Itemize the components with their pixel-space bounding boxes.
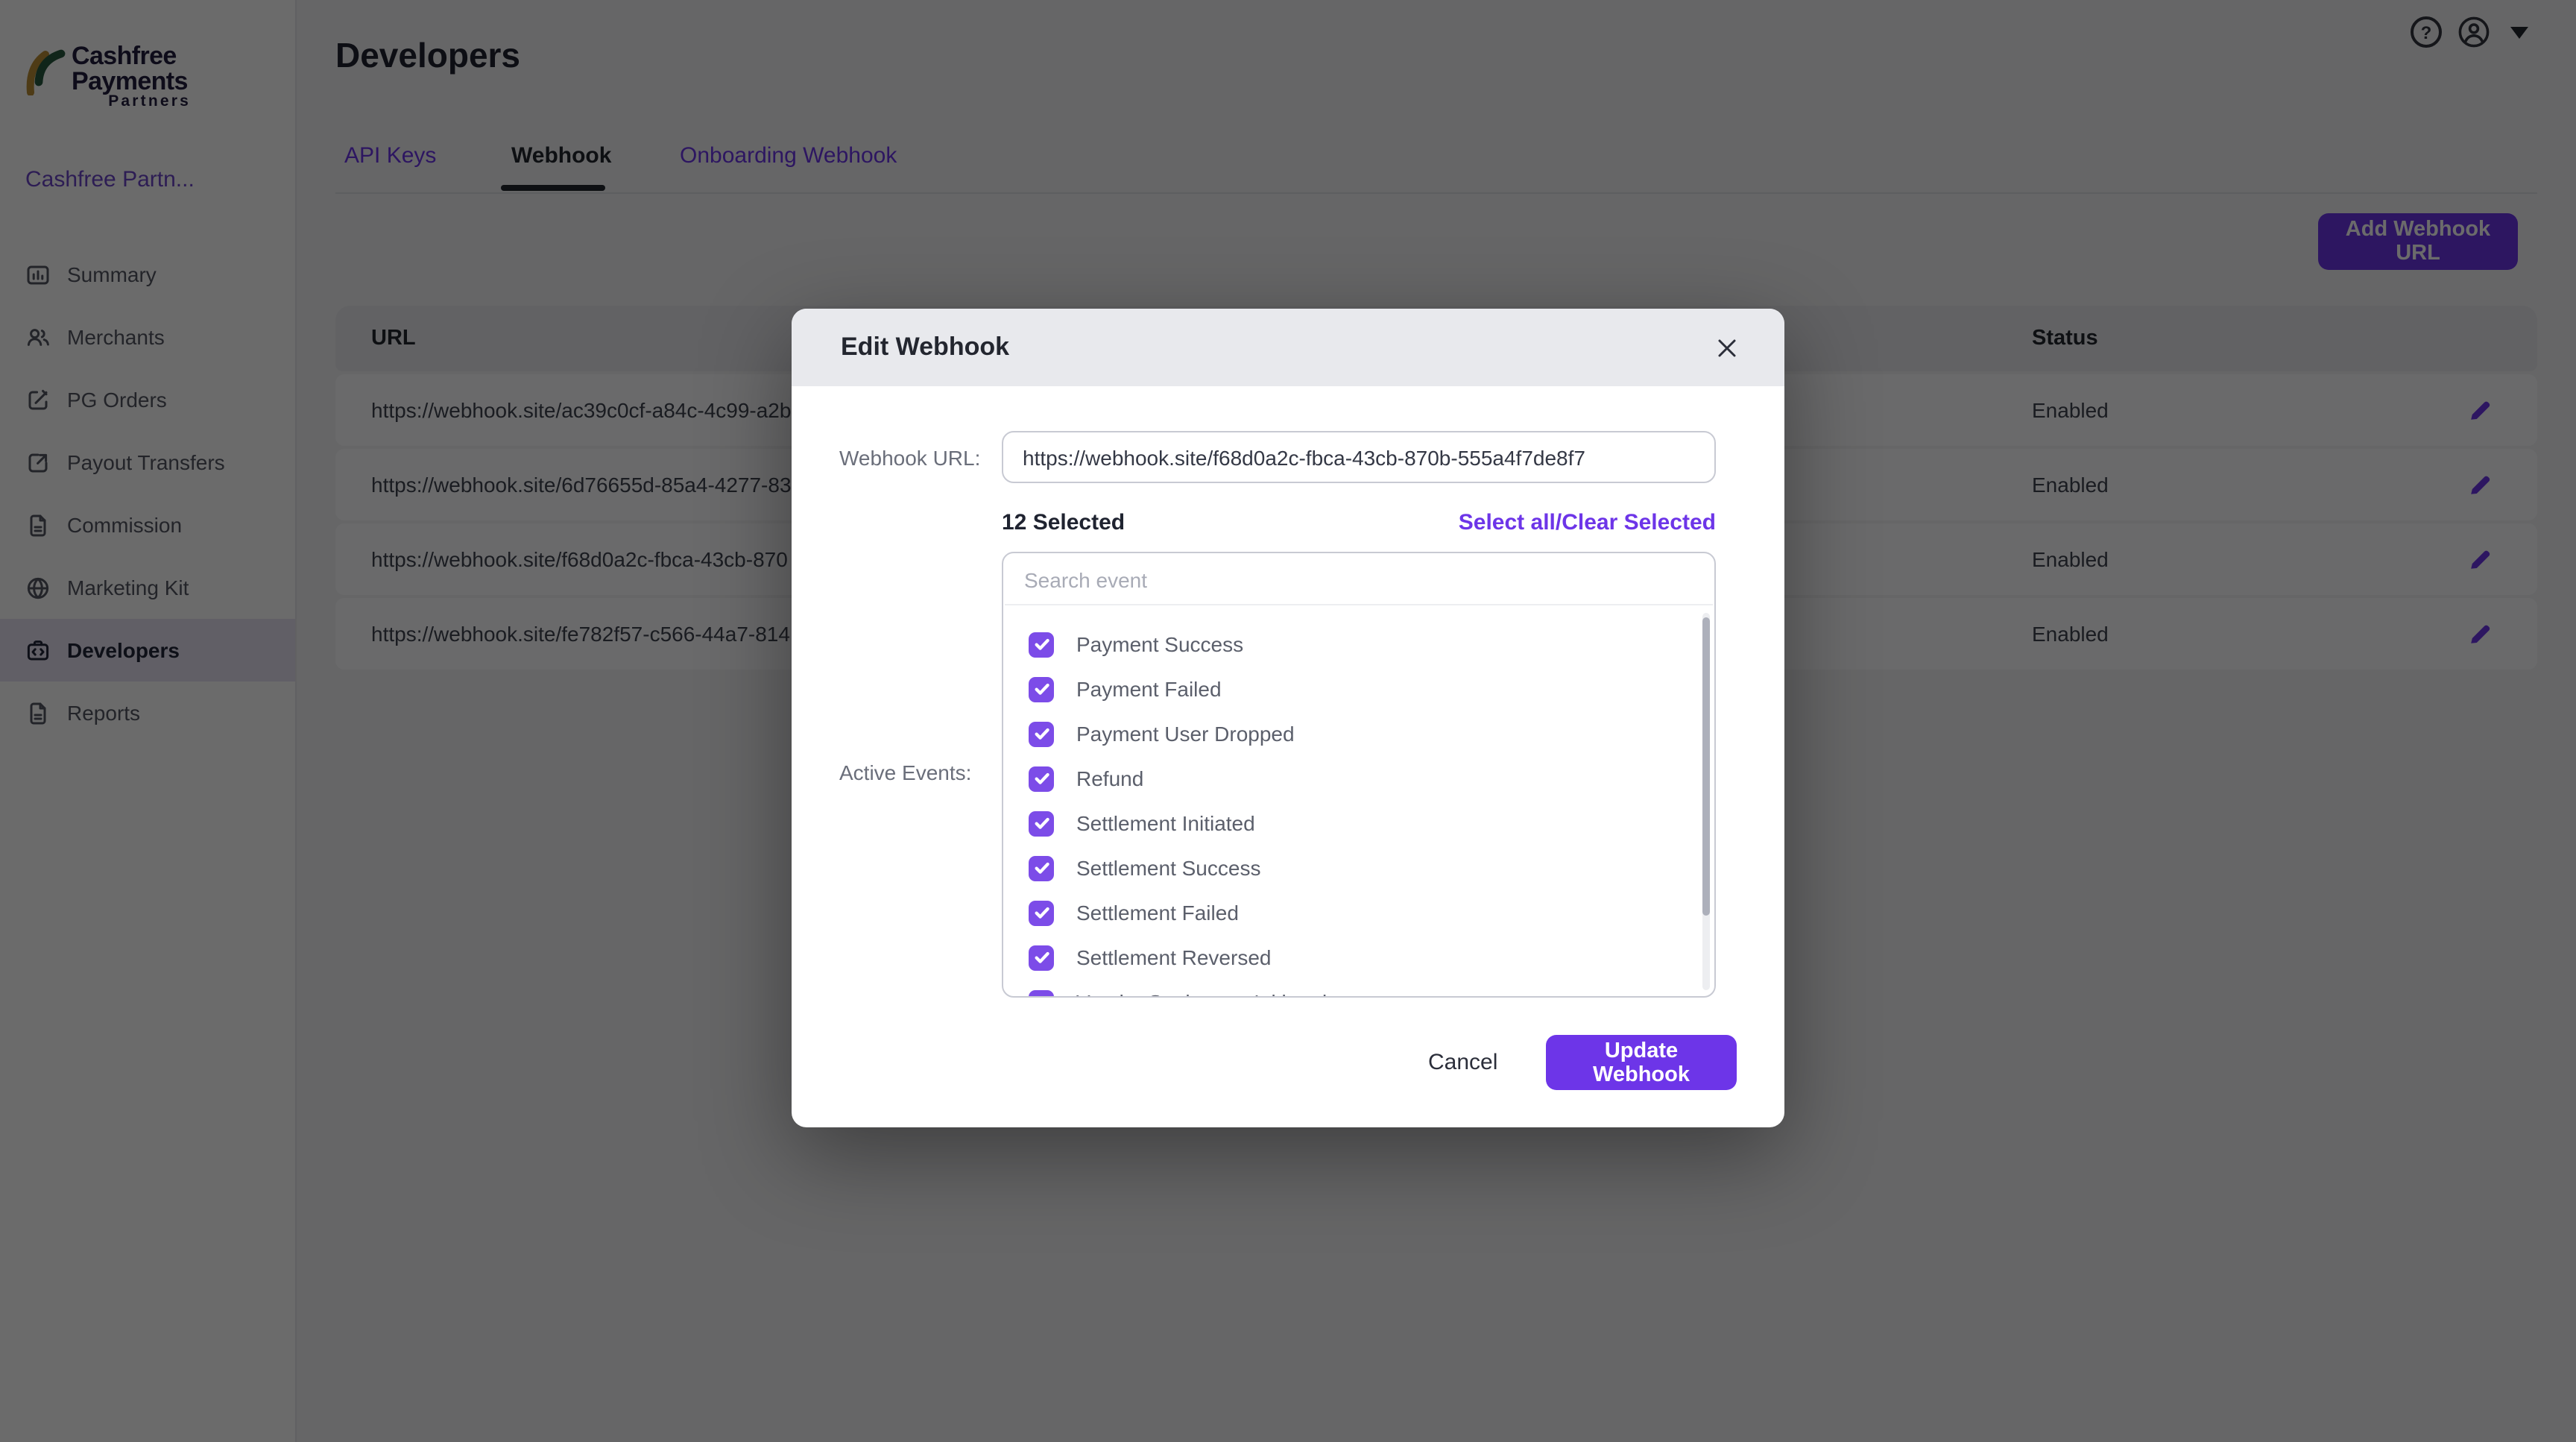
event-label: Payment Success — [1076, 632, 1243, 656]
event-row-settlement-success[interactable]: Settlement Success — [1003, 846, 1714, 890]
checkbox-checked-icon[interactable] — [1029, 676, 1054, 702]
event-label: Settlement Initiated — [1076, 811, 1255, 835]
event-row-settlement-initiated[interactable]: Settlement Initiated — [1003, 801, 1714, 846]
close-icon[interactable] — [1713, 334, 1740, 361]
event-row-vendor-settlement-initiated[interactable]: Vendor Settlement Initiated — [1003, 980, 1714, 996]
checkbox-checked-icon[interactable] — [1029, 945, 1054, 970]
event-label: Vendor Settlement Initiated — [1076, 990, 1327, 996]
edit-webhook-modal: Edit Webhook Webhook URL: 12 Selected Se… — [792, 309, 1784, 1127]
checkbox-checked-icon[interactable] — [1029, 989, 1054, 996]
app-window: Cashfree Payments Partners Cashfree Part… — [0, 0, 2576, 1442]
webhook-url-input[interactable] — [1002, 431, 1716, 483]
modal-title: Edit Webhook — [841, 333, 1009, 362]
event-label: Payment User Dropped — [1076, 722, 1295, 746]
event-label: Settlement Success — [1076, 856, 1260, 880]
select-all-clear-link[interactable]: Select all/Clear Selected — [1459, 510, 1716, 535]
event-row-payment-success[interactable]: Payment Success — [1003, 622, 1714, 667]
search-event-input[interactable] — [1005, 555, 1713, 605]
event-row-payment-failed[interactable]: Payment Failed — [1003, 667, 1714, 711]
events-list: Payment Success Payment Failed Payment U… — [1003, 605, 1714, 996]
event-label: Settlement Failed — [1076, 901, 1239, 925]
checkbox-checked-icon[interactable] — [1029, 632, 1054, 657]
event-row-payment-user-dropped[interactable]: Payment User Dropped — [1003, 711, 1714, 756]
event-label: Settlement Reversed — [1076, 945, 1271, 969]
webhook-url-label: Webhook URL: — [839, 446, 980, 470]
events-box: Payment Success Payment Failed Payment U… — [1002, 552, 1716, 998]
modal-header: Edit Webhook — [792, 309, 1784, 386]
checkbox-checked-icon[interactable] — [1029, 900, 1054, 925]
active-events-label: Active Events: — [839, 761, 971, 784]
event-row-refund[interactable]: Refund — [1003, 756, 1714, 801]
checkbox-checked-icon[interactable] — [1029, 766, 1054, 791]
update-webhook-button[interactable]: Update Webhook — [1546, 1035, 1737, 1090]
checkbox-checked-icon[interactable] — [1029, 810, 1054, 836]
cancel-button[interactable]: Cancel — [1428, 1050, 1497, 1075]
checkbox-checked-icon[interactable] — [1029, 721, 1054, 746]
event-row-settlement-failed[interactable]: Settlement Failed — [1003, 890, 1714, 935]
selected-count: 12 Selected — [1002, 510, 1125, 535]
events-scrollbar-thumb[interactable] — [1702, 617, 1710, 916]
event-label: Payment Failed — [1076, 677, 1222, 701]
event-label: Refund — [1076, 766, 1143, 790]
checkbox-checked-icon[interactable] — [1029, 855, 1054, 881]
event-row-settlement-reversed[interactable]: Settlement Reversed — [1003, 935, 1714, 980]
